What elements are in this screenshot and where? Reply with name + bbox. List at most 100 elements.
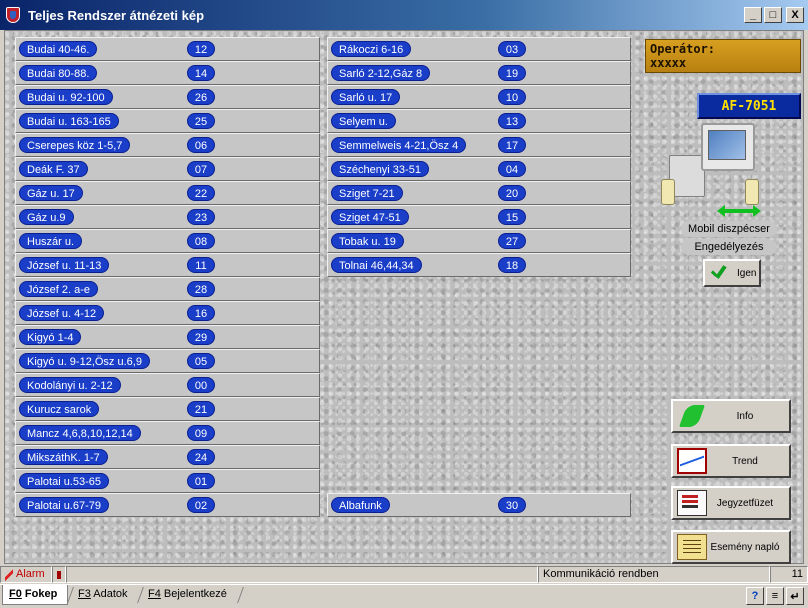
station-name: Budai u. 163-165 <box>19 113 119 129</box>
station-number: 04 <box>498 161 526 177</box>
station-name: Palotai u.67-79 <box>19 497 109 513</box>
mobil-dispatcher-label: Mobil diszpécser <box>681 221 777 237</box>
station-number: 25 <box>187 113 215 129</box>
tab-bar: F0 Fokep F3 Adatok F4 Bejelentkezé ? ≡ ↵ <box>0 584 808 608</box>
station-name: Kodolányi u. 2-12 <box>19 377 121 393</box>
communication-status: Kommunikáció rendben <box>538 566 770 583</box>
status-count: 11 <box>770 566 808 583</box>
alarm-square-icon <box>52 566 66 583</box>
station-row[interactable]: József u. 4-12 16 <box>15 301 320 325</box>
document-icon[interactable]: ≡ <box>766 587 784 605</box>
station-row[interactable]: Rákoczi 6-16 03 <box>327 37 631 61</box>
station-row[interactable]: Budai u. 92-100 26 <box>15 85 320 109</box>
station-row[interactable]: Széchenyi 33-51 04 <box>327 157 631 181</box>
station-row[interactable]: Palotai u.67-79 02 <box>15 493 320 517</box>
enter-icon[interactable]: ↵ <box>786 587 804 605</box>
lightning-icon <box>5 568 13 581</box>
info-button[interactable]: Info <box>671 399 791 433</box>
minimize-button[interactable]: _ <box>744 7 762 23</box>
station-name: Kurucz sarok <box>19 401 100 417</box>
station-row[interactable]: Palotai u.53-65 01 <box>15 469 320 493</box>
station-row[interactable]: Tolnai 46,44,34 18 <box>327 253 631 277</box>
station-row[interactable]: Cserepes köz 1-5,7 06 <box>15 133 320 157</box>
station-row[interactable]: Sziget 7-21 20 <box>327 181 631 205</box>
station-row[interactable]: Kigyó u. 9-12,Ösz u.6,9 05 <box>15 349 320 373</box>
info-icon <box>677 403 707 429</box>
maximize-button[interactable]: □ <box>764 7 782 23</box>
station-row[interactable]: Sziget 47-51 15 <box>327 205 631 229</box>
enable-label: Engedélyezés <box>681 239 777 255</box>
station-name: Mancz 4,6,8,10,12,14 <box>19 425 141 441</box>
notebook-button[interactable]: Jegyzetfüzet <box>671 486 791 520</box>
tab-bejelentkezes[interactable]: F4 Bejelentkezé <box>142 585 238 605</box>
station-row[interactable]: Tobak u. 19 27 <box>327 229 631 253</box>
station-row-albafunk[interactable]: Albafunk 30 <box>327 493 631 517</box>
station-row[interactable]: Selyem u. 13 <box>327 109 631 133</box>
station-name: Sarló 2-12,Gáz 8 <box>331 65 431 81</box>
igen-button[interactable]: Igen <box>703 259 761 287</box>
station-number: 18 <box>498 257 526 273</box>
trend-button[interactable]: Trend <box>671 444 791 478</box>
close-button[interactable]: X <box>786 7 804 23</box>
event-log-button[interactable]: Esemény napló <box>671 530 791 564</box>
station-number: 03 <box>498 41 526 57</box>
station-number: 15 <box>498 209 526 225</box>
tab-adatok[interactable]: F3 Adatok <box>72 585 138 605</box>
igen-label: Igen <box>737 267 757 279</box>
station-row[interactable]: Budai 40-46. 12 <box>15 37 320 61</box>
station-number: 17 <box>498 137 526 153</box>
operator-label: Operátor: <box>650 42 716 56</box>
station-row[interactable]: Kurucz sarok 21 <box>15 397 320 421</box>
station-number: 19 <box>498 65 526 81</box>
station-row[interactable]: Budai 80-88. 14 <box>15 61 320 85</box>
station-row[interactable]: Semmelweis 4-21,Ösz 4 17 <box>327 133 631 157</box>
station-name: József u. 4-12 <box>19 305 105 321</box>
station-name: MikszáthK. 1-7 <box>19 449 108 465</box>
station-name: Cserepes köz 1-5,7 <box>19 137 131 153</box>
station-name: Deák F. 37 <box>19 161 88 177</box>
help-icon[interactable]: ? <box>746 587 764 605</box>
event-log-label: Esemény napló <box>710 541 780 553</box>
station-number: 27 <box>498 233 526 249</box>
station-number: 21 <box>187 401 215 417</box>
station-row[interactable]: Sarló 2-12,Gáz 8 19 <box>327 61 631 85</box>
station-number: 06 <box>187 137 215 153</box>
notebook-label: Jegyzetfüzet <box>716 497 774 509</box>
station-row[interactable]: Gáz u.9 23 <box>15 205 320 229</box>
station-name: Gáz u. 17 <box>19 185 83 201</box>
station-row[interactable]: Kodolányi u. 2-12 00 <box>15 373 320 397</box>
tab-label: Fokep <box>21 588 58 600</box>
station-row[interactable]: Deák F. 37 07 <box>15 157 320 181</box>
station-number: 13 <box>498 113 526 129</box>
trend-label: Trend <box>732 455 758 467</box>
alarm-indicator[interactable]: Alarm <box>0 566 52 583</box>
alarm-label: Alarm <box>16 568 45 580</box>
station-row[interactable]: Huszár u. 08 <box>15 229 320 253</box>
station-number: 11 <box>187 257 215 273</box>
station-name: Tolnai 46,44,34 <box>331 257 422 273</box>
station-row[interactable]: József 2. a-e 28 <box>15 277 320 301</box>
station-number: 00 <box>187 377 215 393</box>
station-row[interactable]: MikszáthK. 1-7 24 <box>15 445 320 469</box>
station-name: Budai u. 92-100 <box>19 89 113 105</box>
station-row[interactable]: Sarló u. 17 10 <box>327 85 631 109</box>
station-name: Huszár u. <box>19 233 83 249</box>
station-row[interactable]: József u. 11-13 11 <box>15 253 320 277</box>
station-number: 10 <box>498 89 526 105</box>
station-row[interactable]: Gáz u. 17 22 <box>15 181 320 205</box>
tab-key: F0 <box>9 588 22 600</box>
device-id-badge: AF-7051 <box>697 93 801 119</box>
station-number: 07 <box>187 161 215 177</box>
station-name: Albafunk <box>331 497 390 513</box>
station-row[interactable]: Kigyó 1-4 29 <box>15 325 320 349</box>
tab-fokep[interactable]: F0 Fokep <box>2 585 68 605</box>
station-number: 09 <box>187 425 215 441</box>
station-row[interactable]: Mancz 4,6,8,10,12,14 09 <box>15 421 320 445</box>
station-row[interactable]: Budai u. 163-165 25 <box>15 109 320 133</box>
station-number: 14 <box>187 65 215 81</box>
status-bar: Alarm Kommunikáció rendben 11 <box>0 566 808 584</box>
tab-key: F3 <box>78 588 91 600</box>
trend-chart-icon <box>677 448 707 474</box>
station-number: 28 <box>187 281 215 297</box>
station-number: 02 <box>187 497 215 513</box>
